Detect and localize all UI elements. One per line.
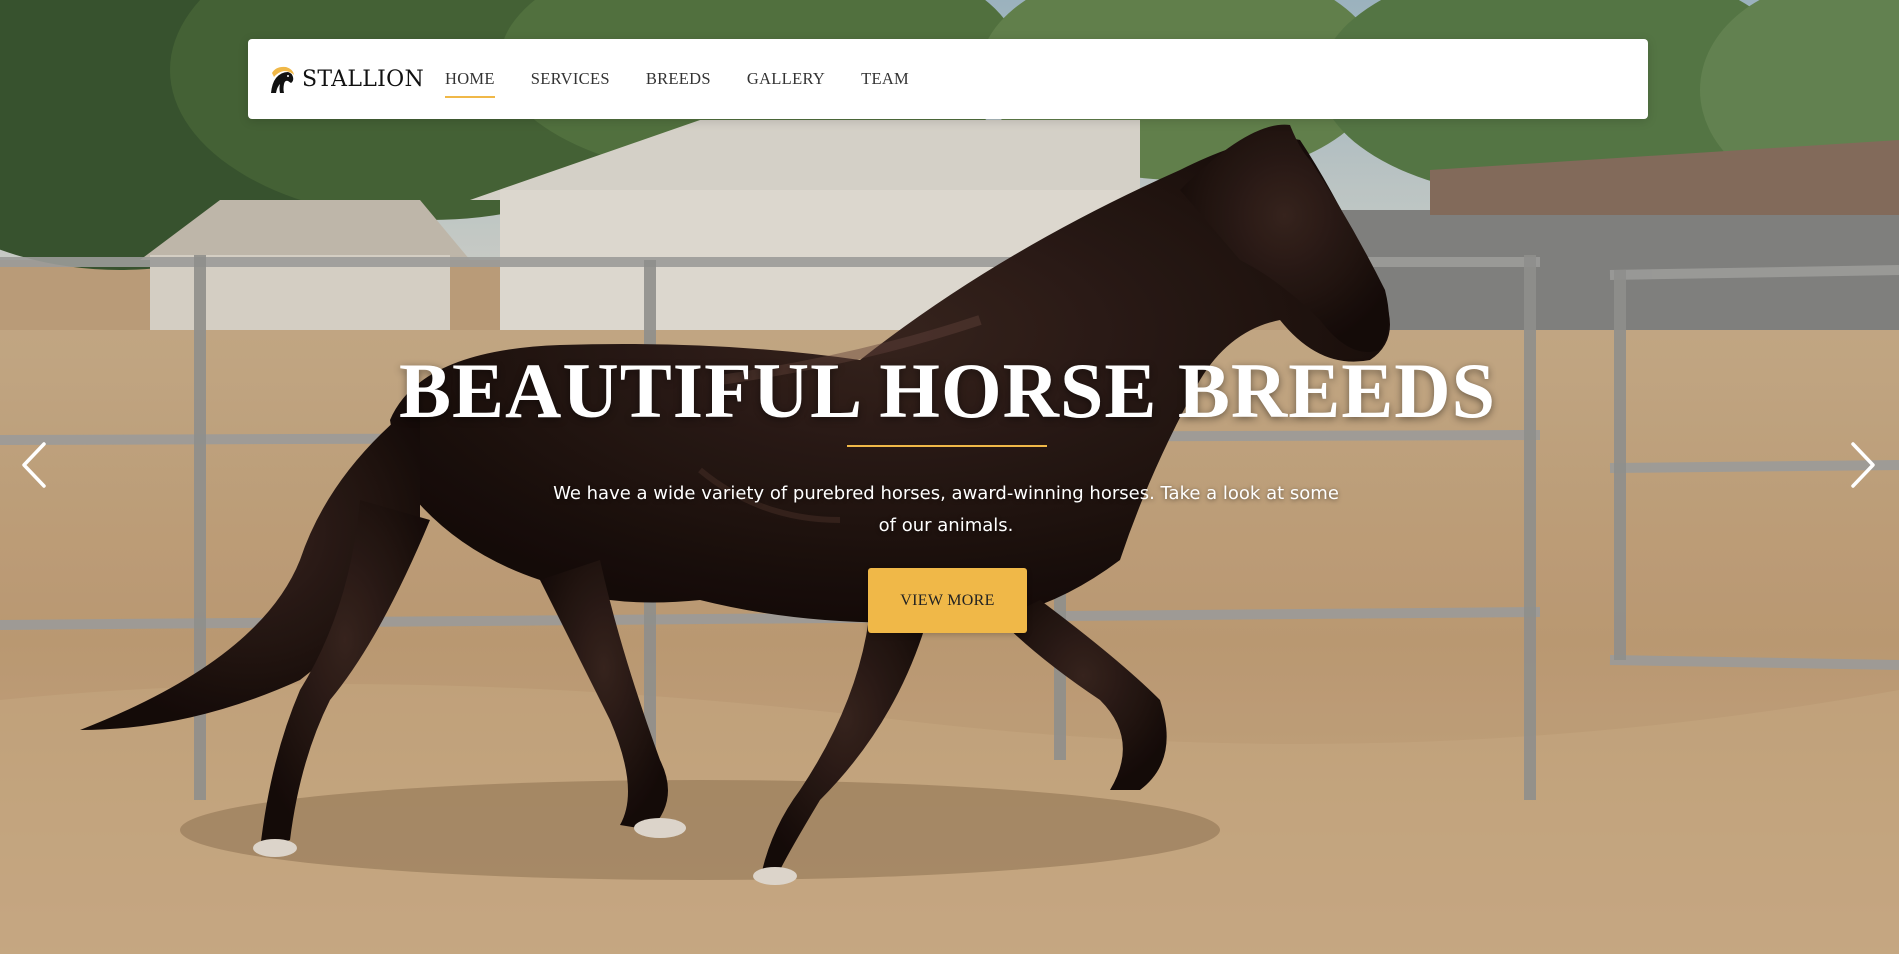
hero-title: BEAUTIFUL HORSE BREEDS bbox=[399, 347, 1496, 434]
title-divider bbox=[847, 445, 1047, 447]
hero-slide: BEAUTIFUL HORSE BREEDS We have a wide va… bbox=[0, 0, 1899, 954]
carousel-next-button[interactable] bbox=[1845, 440, 1881, 490]
chevron-left-icon bbox=[22, 442, 46, 488]
view-more-button[interactable]: VIEW MORE bbox=[868, 568, 1027, 633]
hero-subtitle: We have a wide variety of purebred horse… bbox=[553, 483, 1339, 536]
chevron-right-icon bbox=[1851, 442, 1875, 488]
carousel-prev-button[interactable] bbox=[16, 440, 52, 490]
